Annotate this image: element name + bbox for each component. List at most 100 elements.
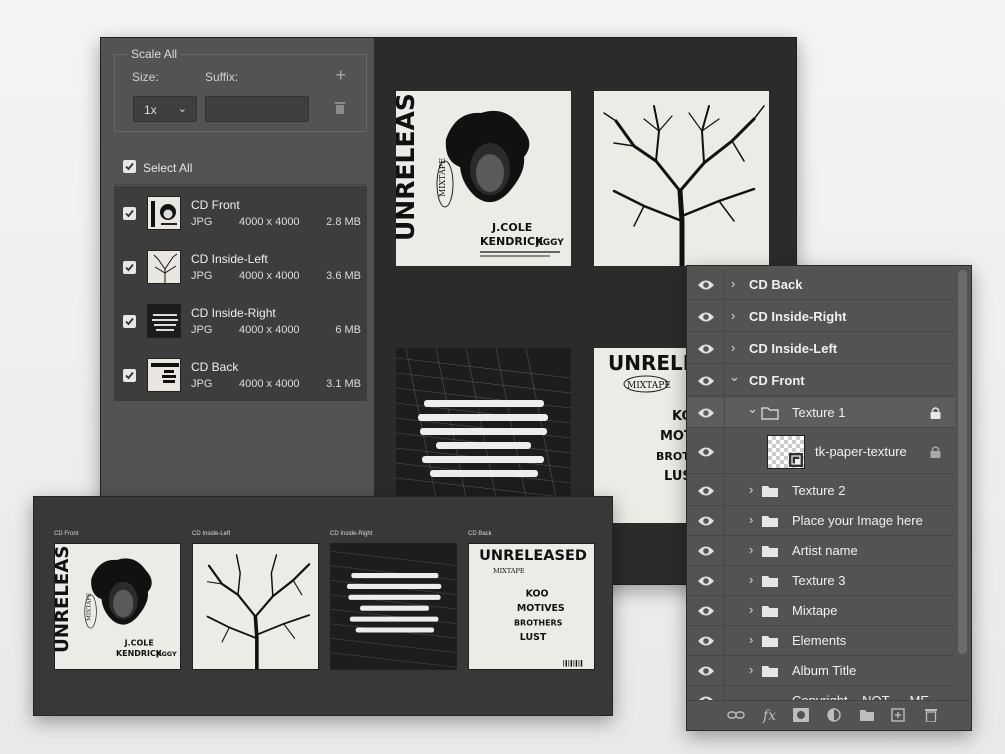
spread-label-cd-inside-right: CD Inside-Right <box>330 531 373 537</box>
layer-name: CD Inside-Left <box>749 341 838 356</box>
eye-icon[interactable] <box>697 635 715 647</box>
delete-layer-icon[interactable] <box>925 708 937 722</box>
file-thumbnail <box>147 196 181 230</box>
svg-text:MOTIVES: MOTIVES <box>517 603 565 614</box>
chevron-down-icon[interactable]: ⌄ <box>747 401 758 417</box>
file-dimensions: 4000 x 4000 <box>239 324 300 336</box>
eye-icon[interactable] <box>697 665 715 677</box>
scale-all-title: Scale All <box>128 47 181 61</box>
select-all-row[interactable]: Select All <box>114 149 367 185</box>
file-checkbox[interactable] <box>123 369 136 382</box>
preview-cd-front[interactable]: UNRELEASED MIXTAPE J.COLE KENDRICK JIGGY <box>396 91 571 266</box>
file-row[interactable]: CD Front JPG 4000 x 4000 2.8 MB <box>114 186 367 240</box>
chevron-right-icon[interactable]: › <box>749 632 753 647</box>
folder-icon <box>762 516 778 527</box>
trash-icon[interactable] <box>334 101 346 115</box>
file-row[interactable]: CD Inside-Right JPG 4000 x 4000 6 MB <box>114 294 367 348</box>
layer-row-cd-inside-left[interactable]: › CD Inside-Left <box>687 334 955 364</box>
layer-name: tk-paper-texture <box>815 444 907 459</box>
spread-cd-inside-left[interactable] <box>192 543 319 670</box>
size-select[interactable]: 1x ⌄ <box>133 96 197 122</box>
chevron-right-icon[interactable]: › <box>749 602 753 617</box>
chevron-right-icon[interactable]: › <box>749 662 753 677</box>
new-layer-icon[interactable] <box>891 708 905 722</box>
file-row[interactable]: CD Inside-Left JPG 4000 x 4000 3.6 MB <box>114 240 367 294</box>
spread-cd-front[interactable]: UNRELEASED MIXTAPE J.COLE KENDRICK JIGGY <box>54 543 181 670</box>
layer-row-elements[interactable]: › Elements <box>687 626 955 656</box>
eye-icon[interactable] <box>697 605 715 617</box>
eye-icon[interactable] <box>697 279 715 291</box>
file-thumbnail <box>147 304 181 338</box>
file-size: 3.6 MB <box>326 270 361 282</box>
mask-icon[interactable] <box>793 708 809 722</box>
file-checkbox[interactable] <box>123 261 136 274</box>
chevron-right-icon[interactable]: › <box>749 482 753 497</box>
visibility-column <box>687 270 725 299</box>
chevron-right-icon[interactable]: › <box>749 512 753 527</box>
svg-text:UNRELEASED: UNRELEASED <box>55 544 73 653</box>
checkmark-icon <box>125 317 134 326</box>
layer-name: Place your Image here <box>792 513 923 528</box>
layer-row-place-your-image-here[interactable]: › Place your Image here <box>687 506 955 536</box>
layer-row-cd-back[interactable]: › CD Back <box>687 270 955 300</box>
visibility-column <box>687 302 725 331</box>
add-scale-icon[interactable]: + <box>335 65 346 86</box>
eye-icon[interactable] <box>697 545 715 557</box>
svg-text:JIGGY: JIGGY <box>535 238 564 248</box>
file-checkbox[interactable] <box>123 207 136 220</box>
layer-row-texture-3[interactable]: › Texture 3 <box>687 566 955 596</box>
eye-icon[interactable] <box>697 375 715 387</box>
chevron-right-icon[interactable]: › <box>731 340 735 355</box>
layer-row-cd-front[interactable]: ⌄ CD Front <box>687 366 955 396</box>
chevron-right-icon[interactable]: › <box>731 308 735 323</box>
layer-row-texture-2[interactable]: › Texture 2 <box>687 476 955 506</box>
file-row[interactable]: CD Back JPG 4000 x 4000 3.1 MB <box>114 348 367 402</box>
fx-icon[interactable]: fx <box>763 708 776 724</box>
file-type: JPG <box>191 378 213 390</box>
lock-icon[interactable] <box>930 445 941 458</box>
chevron-right-icon[interactable]: › <box>749 572 753 587</box>
layer-name: CD Back <box>749 277 803 292</box>
new-group-icon[interactable] <box>859 708 875 722</box>
layer-thumbnail <box>767 435 805 469</box>
eye-icon[interactable] <box>697 343 715 355</box>
layers-panel: › CD Back › CD Inside-Right › CD Inside-… <box>686 265 972 731</box>
folder-icon <box>762 606 778 617</box>
smart-object-icon <box>789 453 803 467</box>
eye-icon[interactable] <box>697 575 715 587</box>
eye-icon[interactable] <box>697 311 715 323</box>
folder-icon <box>762 666 778 677</box>
layer-row-cd-inside-right[interactable]: › CD Inside-Right <box>687 302 955 332</box>
layer-name: Elements <box>792 633 847 648</box>
eye-icon[interactable] <box>697 515 715 527</box>
file-type: JPG <box>191 216 213 228</box>
layer-row-artist-name[interactable]: › Artist name <box>687 536 955 566</box>
svg-text:MIXTAPE: MIXTAPE <box>627 381 671 391</box>
file-name: CD Front <box>191 198 240 212</box>
file-dimensions: 4000 x 4000 <box>239 378 300 390</box>
chevron-down-icon[interactable]: ⌄ <box>729 369 740 385</box>
lock-icon[interactable] <box>930 406 941 419</box>
file-checkbox[interactable] <box>123 315 136 328</box>
suffix-input[interactable] <box>205 96 309 122</box>
layer-row-texture-1[interactable]: ⌄ Texture 1 <box>687 398 955 428</box>
layer-row-album-title[interactable]: › Album Title <box>687 656 955 686</box>
layer-row-tk-paper-texture[interactable]: tk-paper-texture <box>687 430 955 474</box>
eye-icon[interactable] <box>697 407 715 419</box>
eye-icon[interactable] <box>697 485 715 497</box>
preview-cd-inside-right[interactable] <box>396 348 571 498</box>
select-all-checkbox[interactable] <box>123 160 136 173</box>
visibility-column <box>687 366 725 395</box>
spread-cd-back[interactable]: UNRELEASED MIXTAPE KOO MOTIVES BROTHERS … <box>468 543 595 670</box>
layers-scrollbar[interactable] <box>958 270 967 654</box>
chevron-right-icon[interactable]: › <box>749 542 753 557</box>
spread-cd-inside-right[interactable] <box>330 543 457 670</box>
link-icon[interactable] <box>727 708 745 722</box>
adjustment-layer-icon[interactable] <box>827 708 841 722</box>
file-name: CD Back <box>191 360 239 374</box>
preview-cd-inside-left[interactable] <box>594 91 769 266</box>
eye-icon[interactable] <box>697 446 715 458</box>
svg-text:KOO: KOO <box>526 588 549 599</box>
layer-row-mixtape[interactable]: › Mixtape <box>687 596 955 626</box>
chevron-right-icon[interactable]: › <box>731 276 735 291</box>
